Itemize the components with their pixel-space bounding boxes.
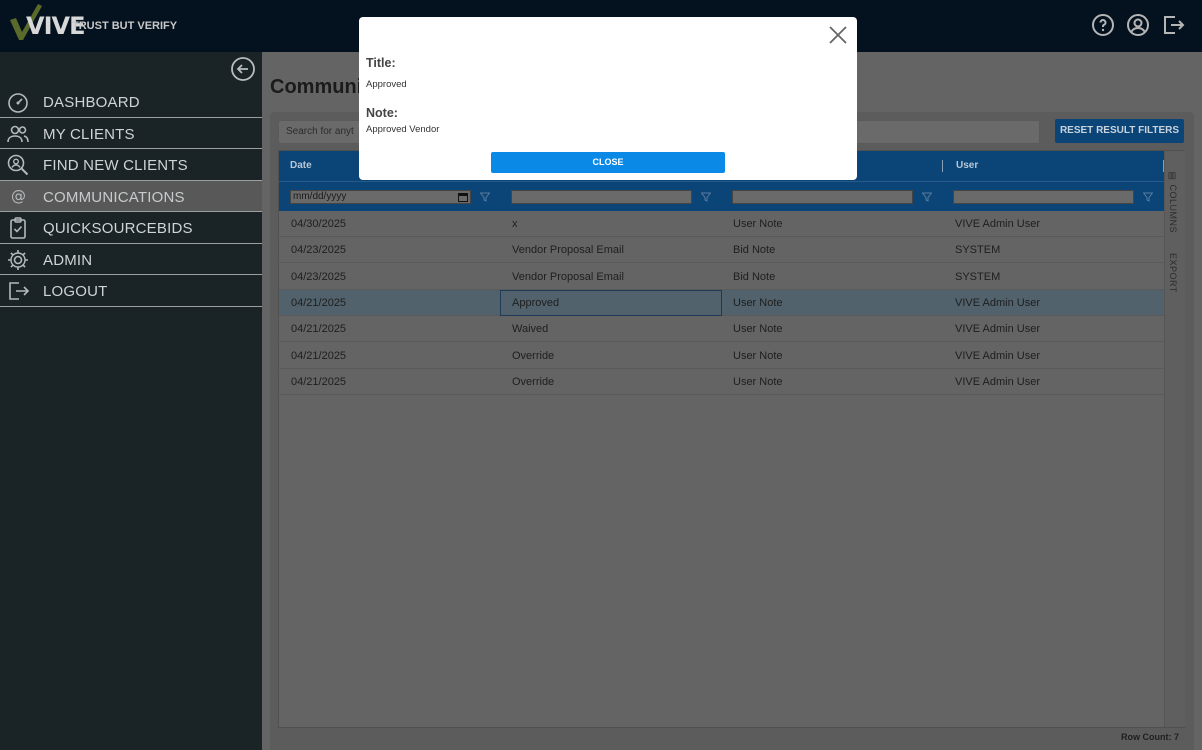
sidebar-item-admin[interactable]: ADMIN <box>0 244 262 275</box>
cell-date[interactable]: 04/21/2025 <box>291 350 346 362</box>
cell-user[interactable]: VIVE Admin User <box>955 218 1040 230</box>
table-row[interactable]: 04/23/2025 Vendor Proposal Email Bid Note S… <box>279 264 1164 290</box>
account-icon[interactable] <box>1126 13 1150 37</box>
close-button[interactable]: CLOSE <box>491 152 725 173</box>
calendar-icon[interactable] <box>458 192 468 202</box>
date-filter-placeholder: mm/dd/yyyy <box>293 191 347 202</box>
cell-user[interactable]: VIVE Admin User <box>955 323 1040 335</box>
gear-icon <box>8 249 28 270</box>
filter-row: mm/dd/yyyy <box>279 181 1164 211</box>
cell-date[interactable]: 04/21/2025 <box>291 376 346 388</box>
table-row[interactable]: 04/21/2025 Override User Note VIVE Admin Us… <box>279 369 1164 395</box>
column-separator[interactable] <box>942 160 943 172</box>
modal-title-label: Title: <box>366 56 396 70</box>
cell-user[interactable]: VIVE Admin User <box>955 297 1040 309</box>
focused-cell-outline <box>500 289 722 316</box>
sidebar-item-find-new-clients[interactable]: FIND NEW CLIENTS <box>0 149 262 181</box>
filter-funnel-icon[interactable] <box>480 192 490 202</box>
sidebar-item-logout[interactable]: LOGOUT <box>0 275 262 307</box>
table-row[interactable]: 04/21/2025 Approved User Note VIVE Admin Us… <box>279 289 1164 316</box>
cell-type[interactable]: User Note <box>733 350 783 362</box>
cell-type[interactable]: Bid Note <box>733 271 775 283</box>
cell-date[interactable]: 04/23/2025 <box>291 244 346 256</box>
page-title: Communic <box>270 76 374 98</box>
sidebar-item-my-clients[interactable]: MY CLIENTS <box>0 118 262 149</box>
cell-date[interactable]: 04/30/2025 <box>291 218 346 230</box>
cell-user[interactable]: VIVE Admin User <box>955 350 1040 362</box>
search-user-icon <box>7 154 29 176</box>
sidebar-item-label: DASHBOARD <box>43 94 140 111</box>
note-detail-modal: Title: Approved Note: Approved Vendor CL… <box>359 17 857 180</box>
logout-icon <box>9 282 30 300</box>
date-filter-input[interactable]: mm/dd/yyyy <box>290 190 471 204</box>
cell-title[interactable]: Vendor Proposal Email <box>512 271 624 283</box>
cell-type[interactable]: User Note <box>733 297 783 309</box>
close-icon[interactable] <box>828 25 848 45</box>
cell-user[interactable]: SYSTEM <box>955 271 1000 283</box>
cell-title[interactable]: Override <box>512 376 554 388</box>
table-row[interactable]: 04/30/2025 x User Note VIVE Admin User <box>279 211 1164 237</box>
filter-funnel-icon[interactable] <box>701 192 711 202</box>
sidebar-item-label: ADMIN <box>43 251 93 269</box>
modal-note-value: Approved Vendor <box>366 124 440 135</box>
tagline: TRUST BUT VERIFY <box>72 20 178 32</box>
arrow-left-circle-icon[interactable] <box>230 56 256 82</box>
filter-funnel-icon[interactable] <box>922 192 932 202</box>
cell-user[interactable]: SYSTEM <box>955 244 1000 256</box>
at-sign-icon: @ <box>11 187 26 205</box>
clipboard-check-icon <box>10 217 26 239</box>
title-filter-input[interactable] <box>511 190 692 204</box>
cell-user[interactable]: VIVE Admin User <box>955 376 1040 388</box>
sidebar-nav: DASHBOARD MY CLIENTS FIND NEW CLIENTS @ <box>0 86 262 307</box>
columns-tool-label: COLUMNS <box>1168 184 1178 234</box>
logout-icon[interactable] <box>1161 13 1185 37</box>
modal-note-label: Note: <box>366 106 398 120</box>
communications-grid: Date User mm/dd/yyyy 04/30/2025 x User N… <box>278 150 1185 728</box>
help-icon[interactable] <box>1091 13 1115 37</box>
column-header-user[interactable]: User <box>956 160 978 171</box>
cell-title[interactable]: x <box>512 218 518 230</box>
cell-date[interactable]: 04/21/2025 <box>291 297 346 309</box>
table-row[interactable]: 04/23/2025 Vendor Proposal Email Bid Note S… <box>279 237 1164 264</box>
cell-date[interactable]: 04/21/2025 <box>291 323 346 335</box>
sidebar-item-label: LOGOUT <box>43 283 108 300</box>
filter-funnel-icon[interactable] <box>1143 192 1153 202</box>
cell-type[interactable]: User Note <box>733 376 783 388</box>
modal-title-value: Approved <box>366 79 407 90</box>
sidebar-item-communications[interactable]: @ COMMUNICATIONS <box>0 180 262 212</box>
cell-title[interactable]: Override <box>512 350 554 362</box>
row-count: Row Count: 7 <box>1121 732 1179 742</box>
svg-text:@: @ <box>11 187 26 205</box>
sidebar-item-label: FIND NEW CLIENTS <box>43 157 188 174</box>
type-filter-input[interactable] <box>732 190 913 204</box>
export-tool-button[interactable]: EXPORT <box>1168 253 1178 293</box>
reset-result-filters-button[interactable]: RESET RESULT FILTERS <box>1055 119 1184 143</box>
sidebar-item-quicksourcebids[interactable]: QUICKSOURCEBIDS <box>0 212 262 244</box>
sidebar-item-dashboard[interactable]: DASHBOARD <box>0 86 262 118</box>
user-filter-input[interactable] <box>953 190 1134 204</box>
cell-title[interactable]: Vendor Proposal Email <box>512 244 624 256</box>
columns-icon: ▥ <box>1168 171 1178 185</box>
column-header-date[interactable]: Date <box>290 160 312 171</box>
grid-side-tools: ▥ COLUMNS EXPORT <box>1164 151 1185 727</box>
cell-type[interactable]: User Note <box>733 218 783 230</box>
cell-type[interactable]: User Note <box>733 323 783 335</box>
sidebar-item-label: MY CLIENTS <box>43 125 135 143</box>
speedometer-icon <box>8 93 28 113</box>
cell-title[interactable]: Waived <box>512 323 548 335</box>
columns-tool-button[interactable]: ▥ COLUMNS <box>1168 171 1178 233</box>
table-row[interactable]: 04/21/2025 Waived User Note VIVE Admin User <box>279 316 1164 343</box>
cell-type[interactable]: Bid Note <box>733 244 775 256</box>
users-icon <box>7 125 29 142</box>
table-row[interactable]: 04/21/2025 Override User Note VIVE Admin Us… <box>279 343 1164 369</box>
sidebar: DASHBOARD MY CLIENTS FIND NEW CLIENTS @ <box>0 52 262 750</box>
sidebar-item-label: QUICKSOURCEBIDS <box>43 220 193 237</box>
cell-date[interactable]: 04/23/2025 <box>291 271 346 283</box>
sidebar-item-label: COMMUNICATIONS <box>43 188 185 206</box>
